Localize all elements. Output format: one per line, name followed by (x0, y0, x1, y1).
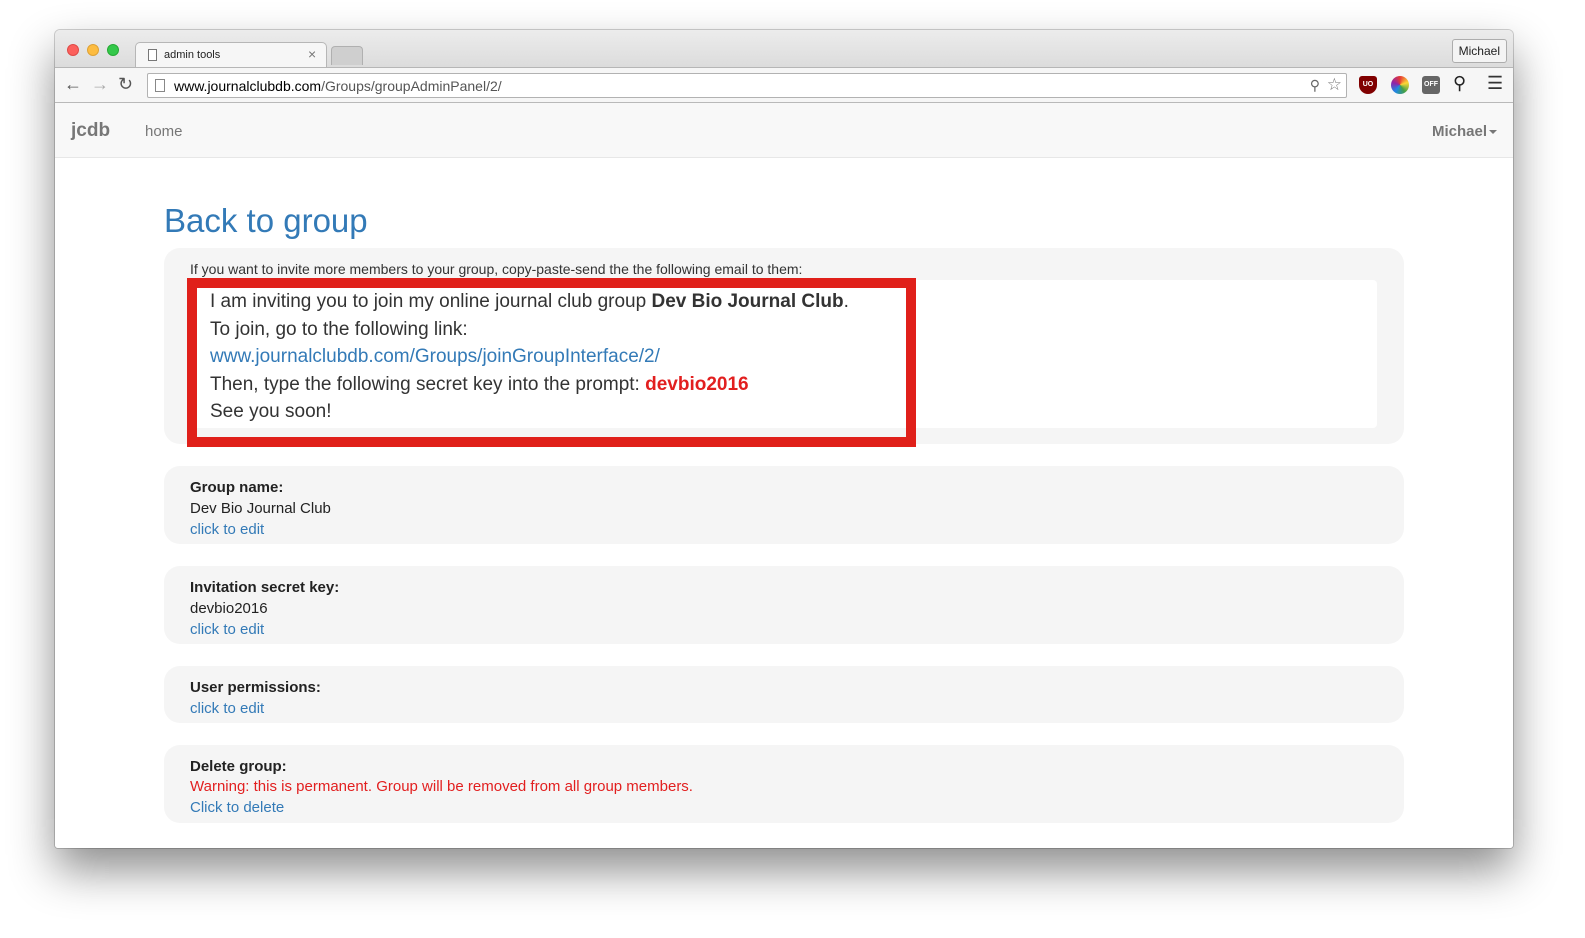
delete-group-panel: Delete group: Warning: this is permanent… (164, 745, 1404, 823)
site-navbar: jcdb home Michael (55, 103, 1513, 158)
edit-permissions-link[interactable]: click to edit (190, 700, 264, 717)
url-host: www.journalclubdb.com (174, 78, 322, 94)
close-tab-icon[interactable]: × (308, 46, 316, 62)
user-name: Michael (1431, 123, 1487, 140)
permissions-title: User permissions: (190, 679, 321, 696)
reload-icon[interactable]: ↻ (118, 74, 133, 95)
browser-window: admin tools × Michael ← → ↻ www.journalc… (55, 30, 1513, 848)
back-to-group-link[interactable]: Back to group (164, 202, 368, 240)
main-content: Back to group If you want to invite more… (55, 158, 1513, 848)
page-icon (155, 79, 165, 92)
zoom-window-button[interactable] (107, 44, 119, 56)
forward-arrow-icon[interactable]: → (91, 74, 109, 95)
bookmark-star-icon[interactable]: ☆ (1327, 75, 1342, 95)
address-bar[interactable]: www.journalclubdb.com/Groups/groupAdminP… (147, 73, 1347, 98)
nav-home-link[interactable]: home (145, 123, 183, 140)
delete-warning: Warning: this is permanent. Group will b… (190, 778, 693, 795)
color-wheel-extension-icon[interactable] (1391, 76, 1409, 94)
minimize-window-button[interactable] (87, 44, 99, 56)
title-bar: admin tools × Michael (55, 30, 1513, 67)
invite-intro: If you want to invite more members to yo… (190, 261, 803, 277)
new-tab-button[interactable] (331, 46, 363, 65)
ublock-extension-icon[interactable]: UO (1359, 76, 1377, 94)
off-extension-icon[interactable]: OFF (1422, 76, 1440, 94)
group-name-title: Group name: (190, 479, 284, 496)
url-text[interactable]: www.journalclubdb.com/Groups/groupAdminP… (174, 78, 502, 94)
menu-icon[interactable]: ☰ (1487, 73, 1503, 94)
user-menu[interactable]: Michael (1432, 123, 1497, 140)
delete-group-link[interactable]: Click to delete (190, 799, 284, 816)
delete-group-title: Delete group: (190, 758, 287, 775)
caret-down-icon (1489, 130, 1497, 135)
search-icon[interactable]: ⚲ (1453, 73, 1471, 93)
secret-key-value: devbio2016 (190, 600, 268, 617)
zoom-icon[interactable]: ⚲ (1310, 77, 1320, 94)
page-icon (148, 49, 157, 61)
profile-button[interactable]: Michael (1451, 39, 1507, 63)
back-arrow-icon[interactable]: ← (64, 74, 82, 95)
edit-secret-key-link[interactable]: click to edit (190, 621, 264, 638)
group-name-value: Dev Bio Journal Club (190, 500, 331, 517)
edit-group-name-link[interactable]: click to edit (190, 521, 264, 538)
browser-toolbar: ← → ↻ www.journalclubdb.com/Groups/group… (55, 67, 1513, 103)
brand-link[interactable]: jcdb (71, 120, 110, 142)
close-window-button[interactable] (67, 44, 79, 56)
permissions-panel: User permissions: click to edit (164, 666, 1404, 723)
secret-key-title: Invitation secret key: (190, 579, 340, 596)
group-name-panel: Group name: Dev Bio Journal Club click t… (164, 466, 1404, 544)
secret-key-panel: Invitation secret key: devbio2016 click … (164, 566, 1404, 644)
browser-tab[interactable]: admin tools × (135, 42, 327, 67)
highlight-annotation-box (187, 278, 916, 447)
url-path: /Groups/groupAdminPanel/2/ (321, 78, 502, 94)
tab-title: admin tools (164, 49, 221, 61)
